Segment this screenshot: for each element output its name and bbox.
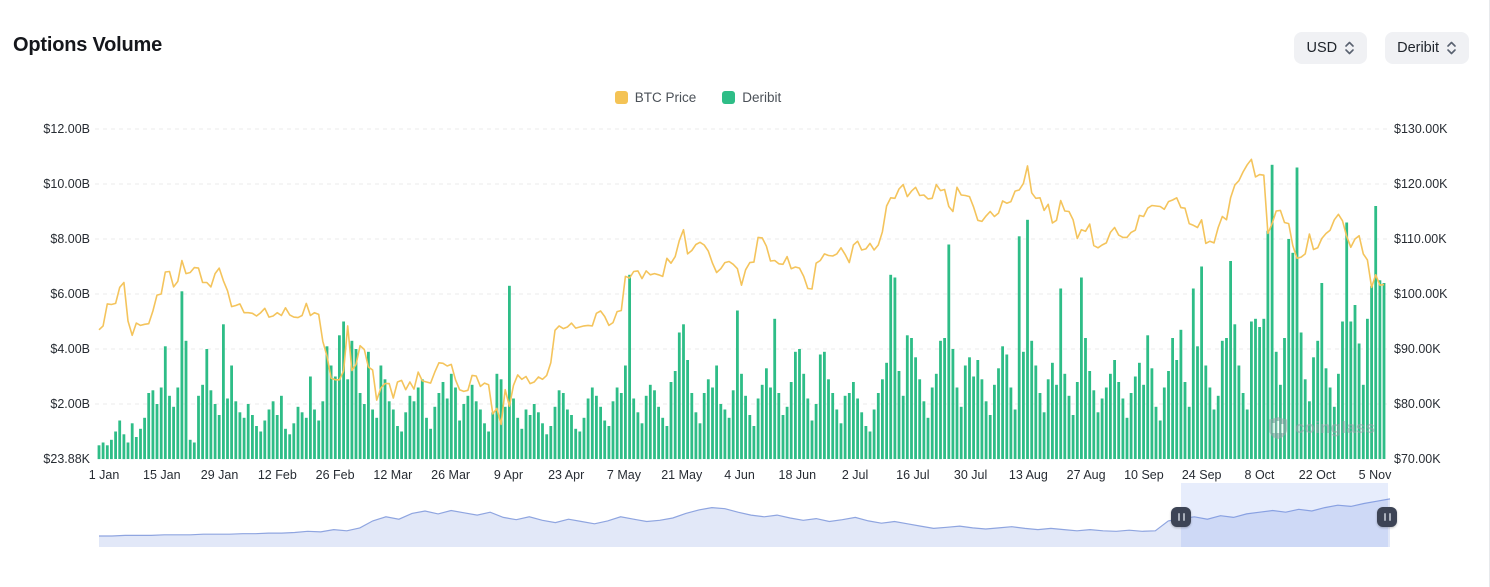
y-axis-tick-label: $100.00K (1394, 287, 1448, 301)
y-axis-tick-label: $120.00K (1394, 177, 1448, 191)
y-axis-tick-label: $12.00B (18, 122, 90, 136)
y-axis-tick-label: $110.00K (1394, 232, 1447, 246)
y-axis-tick-label: $4.00B (18, 342, 90, 356)
y-axis-tick-label: $130.00K (1394, 122, 1448, 136)
navigator-left-handle[interactable] (1171, 507, 1191, 527)
y-axis-tick-label: $2.00B (18, 397, 90, 411)
navigator-selected-range[interactable] (1181, 483, 1388, 547)
y-axis-tick-label: $80.00K (1394, 397, 1441, 411)
y-axis-tick-label: $90.00K (1394, 342, 1441, 356)
main-chart-plot[interactable] (0, 0, 1490, 480)
y-axis-tick-label: $8.00B (18, 232, 90, 246)
y-axis-tick-label: $6.00B (18, 287, 90, 301)
navigator-right-handle[interactable] (1377, 507, 1397, 527)
y-axis-tick-label: $23.88K (18, 452, 90, 466)
y-axis-tick-label: $70.00K (1394, 452, 1441, 466)
y-axis-tick-label: $10.00B (18, 177, 90, 191)
options-volume-page: Options Volume USD Deribit BTC (0, 0, 1490, 587)
